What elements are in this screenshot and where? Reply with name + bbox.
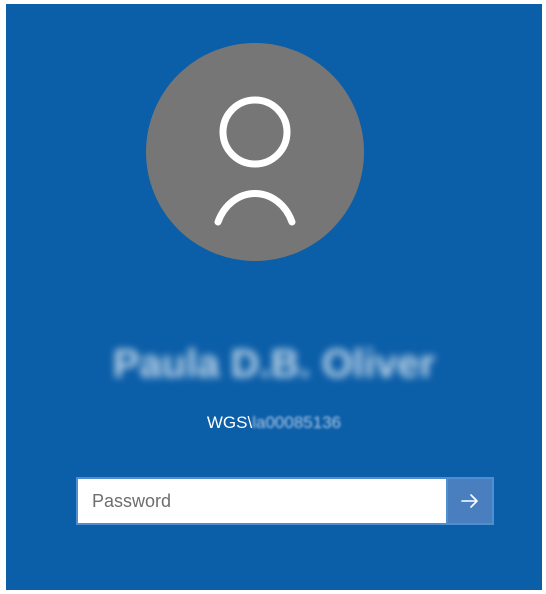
domain-prefix: WGS\: [206, 413, 253, 432]
lock-screen: Paula D.B. Oliver WGS\la00085136: [6, 4, 542, 590]
arrow-right-icon: [461, 494, 478, 508]
user-avatar: [146, 43, 364, 261]
user-display-name: Paula D.B. Oliver: [112, 342, 436, 386]
submit-button[interactable]: [446, 477, 494, 525]
password-input[interactable]: [76, 477, 446, 525]
password-row: [76, 477, 494, 525]
account-id: la00085136: [252, 413, 342, 432]
avatar-circle: [146, 43, 364, 261]
account-domain-line: WGS\la00085136: [6, 412, 542, 434]
